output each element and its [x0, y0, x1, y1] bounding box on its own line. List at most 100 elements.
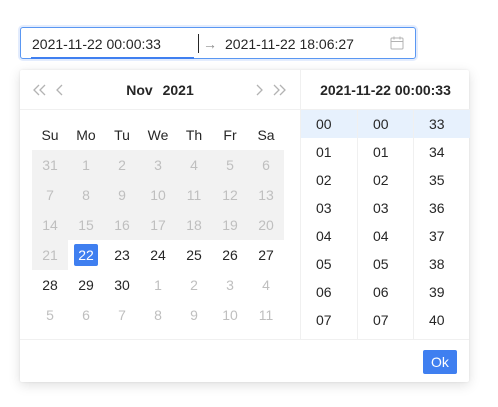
day-number: 5	[46, 307, 54, 323]
calendar-day: 7	[32, 180, 68, 210]
weekday-label: Su	[41, 127, 59, 143]
second-option[interactable]: 38	[414, 250, 470, 278]
hour-option[interactable]: 07	[301, 306, 357, 334]
day-number: 19	[222, 217, 238, 233]
minute-option[interactable]: 02	[358, 166, 413, 194]
day-number: 25	[186, 247, 202, 263]
day-number: 20	[258, 217, 274, 233]
calendar-day: 11	[176, 180, 212, 210]
calendar-day: 8	[68, 180, 104, 210]
calendar-day[interactable]: 28	[32, 270, 68, 300]
day-number: 2	[190, 277, 198, 293]
day-number: 12	[222, 187, 238, 203]
month-select[interactable]: Nov	[126, 82, 152, 98]
start-datetime-input[interactable]: 2021-11-22 00:00:33	[32, 34, 161, 54]
day-number: 24	[150, 247, 166, 263]
hour-option[interactable]: 00	[301, 110, 357, 138]
date-range-input[interactable]: 2021-11-22 00:00:33 → 2021-11-22 18:06:2…	[20, 27, 416, 59]
calendar-icon[interactable]	[390, 36, 404, 50]
second-option[interactable]: 36	[414, 194, 470, 222]
hour-column[interactable]: 00 01 02 03 04 05 06 07	[301, 110, 357, 339]
second-option[interactable]: 33	[414, 110, 470, 138]
calendar-day: 10	[140, 180, 176, 210]
second-option[interactable]: 39	[414, 278, 470, 306]
calendar-day[interactable]: 4	[248, 270, 284, 300]
year-select[interactable]: 2021	[163, 82, 194, 98]
weekday-label: We	[147, 127, 169, 143]
hour-option[interactable]: 04	[301, 222, 357, 250]
minute-column[interactable]: 00 01 02 03 04 05 06 07	[357, 110, 413, 339]
day-number: 11	[186, 187, 202, 203]
calendar-day[interactable]: 29	[68, 270, 104, 300]
day-number: 10	[150, 187, 166, 203]
calendar-day[interactable]: 24	[140, 240, 176, 270]
second-option[interactable]: 35	[414, 166, 470, 194]
panel-footer: Ok	[20, 339, 469, 382]
ok-button[interactable]: Ok	[423, 350, 457, 374]
calendar-day: 4	[176, 150, 212, 180]
second-column[interactable]: 33 34 35 36 37 38 39 40	[413, 110, 470, 339]
calendar-day[interactable]: 30	[104, 270, 140, 300]
calendar-day: 19	[212, 210, 248, 240]
hour-option[interactable]: 06	[301, 278, 357, 306]
minute-option[interactable]: 07	[358, 306, 413, 334]
calendar-day[interactable]: 25	[176, 240, 212, 270]
second-option[interactable]: 40	[414, 306, 470, 334]
calendar-week-row: 14 15 16 17 18 19 20	[32, 210, 284, 240]
range-separator-arrow: →	[203, 36, 217, 52]
minute-option[interactable]: 03	[358, 194, 413, 222]
day-number: 13	[258, 187, 274, 203]
hour-option[interactable]: 02	[301, 166, 357, 194]
end-datetime-input[interactable]: 2021-11-22 18:06:27	[225, 34, 354, 54]
minute-option[interactable]: 05	[358, 250, 413, 278]
calendar-week-row: 7 8 9 10 11 12 13	[32, 180, 284, 210]
calendar-day: 1	[68, 150, 104, 180]
minute-option[interactable]: 01	[358, 138, 413, 166]
hour-option[interactable]: 03	[301, 194, 357, 222]
calendar-day: 17	[140, 210, 176, 240]
chevron-right-icon[interactable]	[251, 80, 267, 100]
calendar-day-selected[interactable]: 22	[68, 240, 104, 270]
day-number: 30	[114, 277, 130, 293]
day-number: 8	[154, 307, 162, 323]
double-chevron-right-icon[interactable]	[271, 80, 287, 100]
calendar-day[interactable]: 27	[248, 240, 284, 270]
date-panel-header: Nov 2021	[20, 70, 300, 110]
day-number: 29	[78, 277, 94, 293]
calendar-day: 18	[176, 210, 212, 240]
hour-option[interactable]: 01	[301, 138, 357, 166]
calendar-day: 3	[140, 150, 176, 180]
calendar-day[interactable]: 9	[176, 300, 212, 330]
calendar-day[interactable]: 26	[212, 240, 248, 270]
day-number: 7	[118, 307, 126, 323]
calendar-day[interactable]: 23	[104, 240, 140, 270]
calendar-day[interactable]: 1	[140, 270, 176, 300]
calendar-day[interactable]: 6	[68, 300, 104, 330]
text-cursor	[198, 34, 199, 53]
calendar-day[interactable]: 3	[212, 270, 248, 300]
second-option[interactable]: 34	[414, 138, 470, 166]
calendar-day: 12	[212, 180, 248, 210]
calendar-day[interactable]: 10	[212, 300, 248, 330]
calendar-day[interactable]: 5	[32, 300, 68, 330]
hour-option[interactable]: 05	[301, 250, 357, 278]
day-number: 3	[226, 277, 234, 293]
day-number: 6	[262, 157, 270, 173]
day-number: 7	[46, 187, 54, 203]
minute-option[interactable]: 00	[358, 110, 413, 138]
weekday-label: Fr	[223, 127, 237, 143]
calendar-day: 20	[248, 210, 284, 240]
calendar-day[interactable]: 7	[104, 300, 140, 330]
day-number: 27	[258, 247, 274, 263]
calendar-day[interactable]: 11	[248, 300, 284, 330]
day-number: 4	[262, 277, 270, 293]
datetime-picker-dropdown: Nov 2021 Su Mo Tu We Th Fr Sa 31 1 2 3 4 5 6 7 8 9 10 11 1…	[20, 70, 470, 382]
second-option[interactable]: 37	[414, 222, 470, 250]
minute-option[interactable]: 04	[358, 222, 413, 250]
day-number: 2	[118, 157, 126, 173]
day-number: 9	[118, 187, 126, 203]
minute-option[interactable]: 06	[358, 278, 413, 306]
calendar-day[interactable]: 8	[140, 300, 176, 330]
weekday-label: Tu	[114, 127, 130, 143]
calendar-day[interactable]: 2	[176, 270, 212, 300]
